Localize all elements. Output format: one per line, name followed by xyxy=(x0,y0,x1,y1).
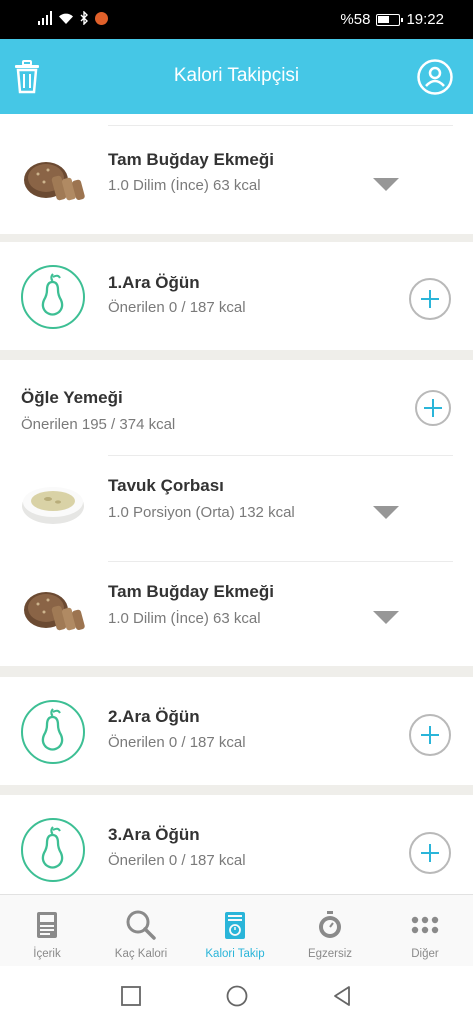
snack-card-2: 2.Ara Öğün Önerilen 0 / 187 kcal xyxy=(0,677,473,785)
notification-app-icon xyxy=(95,11,108,25)
add-snack-2-button[interactable] xyxy=(409,714,451,756)
add-snack-3-button[interactable] xyxy=(409,832,451,874)
page-title: Kalori Takipçisi xyxy=(173,65,300,86)
snack-title: 3.Ara Öğün xyxy=(108,825,200,844)
food-name: Tavuk Çorbası xyxy=(108,476,224,495)
nav-item-icerik[interactable]: İçerik xyxy=(0,895,94,967)
meal-list: Tam Buğday Ekmeği 1.0 Dilim (İnce) 63 kc… xyxy=(0,114,473,894)
snack-recommended: Önerilen 0 / 187 kcal xyxy=(108,299,246,316)
tracker-icon xyxy=(225,912,245,939)
stopwatch-icon xyxy=(319,911,341,938)
meal-recommended: Önerilen 195 / 374 kcal xyxy=(21,416,176,433)
system-nav-bar xyxy=(0,966,473,1024)
food-name: Tam Buğday Ekmeği xyxy=(108,582,274,601)
divider xyxy=(108,125,453,126)
nav-item-kalori-takip[interactable]: Kalori Takip xyxy=(188,895,282,967)
snack-title: 1.Ara Öğün xyxy=(108,273,200,292)
pear-icon xyxy=(21,818,85,882)
nav-label: Kaç Kalori xyxy=(114,948,168,960)
more-dots-icon xyxy=(411,916,439,934)
bread-image xyxy=(24,592,85,631)
app-bar: Kalori Takipçisi xyxy=(0,39,473,114)
home-icon[interactable] xyxy=(225,984,249,1008)
food-name: Tam Buğday Ekmeği xyxy=(108,150,274,169)
clock: 19:22 xyxy=(406,11,444,28)
bread-image xyxy=(24,162,85,201)
bluetooth-icon xyxy=(80,11,88,25)
snack-card-1: 1.Ara Öğün Önerilen 0 / 187 kcal xyxy=(0,242,473,350)
nav-label: İçerik xyxy=(33,948,61,960)
battery-icon xyxy=(376,13,404,26)
expand-caret-icon[interactable] xyxy=(373,611,399,624)
nav-label: Diğer xyxy=(411,948,439,960)
add-lunch-button[interactable] xyxy=(415,390,451,426)
snack-title: 2.Ara Öğün xyxy=(108,707,200,726)
article-icon xyxy=(37,912,57,938)
food-portion: 1.0 Dilim (İnce) 63 kcal xyxy=(108,610,261,627)
pear-icon xyxy=(21,700,85,764)
expand-caret-icon[interactable] xyxy=(373,178,399,191)
snack-recommended: Önerilen 0 / 187 kcal xyxy=(108,852,246,869)
search-icon xyxy=(126,910,156,940)
nav-item-kac-kalori[interactable]: Kaç Kalori xyxy=(94,895,188,967)
snack-recommended: Önerilen 0 / 187 kcal xyxy=(108,734,246,751)
bottom-nav: İçerik Kaç Kalori Kalori Takip Egzersiz xyxy=(0,894,473,966)
nav-label: Kalori Takip xyxy=(205,948,265,960)
divider xyxy=(108,561,453,562)
recents-icon[interactable] xyxy=(119,984,143,1008)
pear-icon xyxy=(21,265,85,329)
food-portion: 1.0 Dilim (İnce) 63 kcal xyxy=(108,177,261,194)
nav-item-diger[interactable]: Diğer xyxy=(378,895,472,967)
nav-item-egzersiz[interactable]: Egzersiz xyxy=(283,895,377,967)
status-bar: %58 19:22 xyxy=(0,0,473,39)
soup-image xyxy=(22,487,84,524)
add-snack-1-button[interactable] xyxy=(409,278,451,320)
expand-caret-icon[interactable] xyxy=(373,506,399,519)
food-portion: 1.0 Porsiyon (Orta) 132 kcal xyxy=(108,504,295,521)
status-icons-right: %58 19:22 xyxy=(340,11,444,28)
divider xyxy=(108,455,453,456)
battery-percent: %58 xyxy=(340,11,371,28)
wifi-icon xyxy=(59,13,73,24)
breakfast-card: Tam Buğday Ekmeği 1.0 Dilim (İnce) 63 kc… xyxy=(0,114,473,234)
profile-icon[interactable] xyxy=(417,59,453,95)
snack-card-3: 3.Ara Öğün Önerilen 0 / 187 kcal xyxy=(0,795,473,894)
meal-title: Öğle Yemeği xyxy=(21,388,123,407)
signal-icon xyxy=(38,11,52,25)
back-icon[interactable] xyxy=(330,984,354,1008)
nav-label: Egzersiz xyxy=(307,948,353,960)
lunch-card: Öğle Yemeği Önerilen 195 / 374 kcal Tavu… xyxy=(0,360,473,666)
status-icons-left xyxy=(38,11,108,25)
